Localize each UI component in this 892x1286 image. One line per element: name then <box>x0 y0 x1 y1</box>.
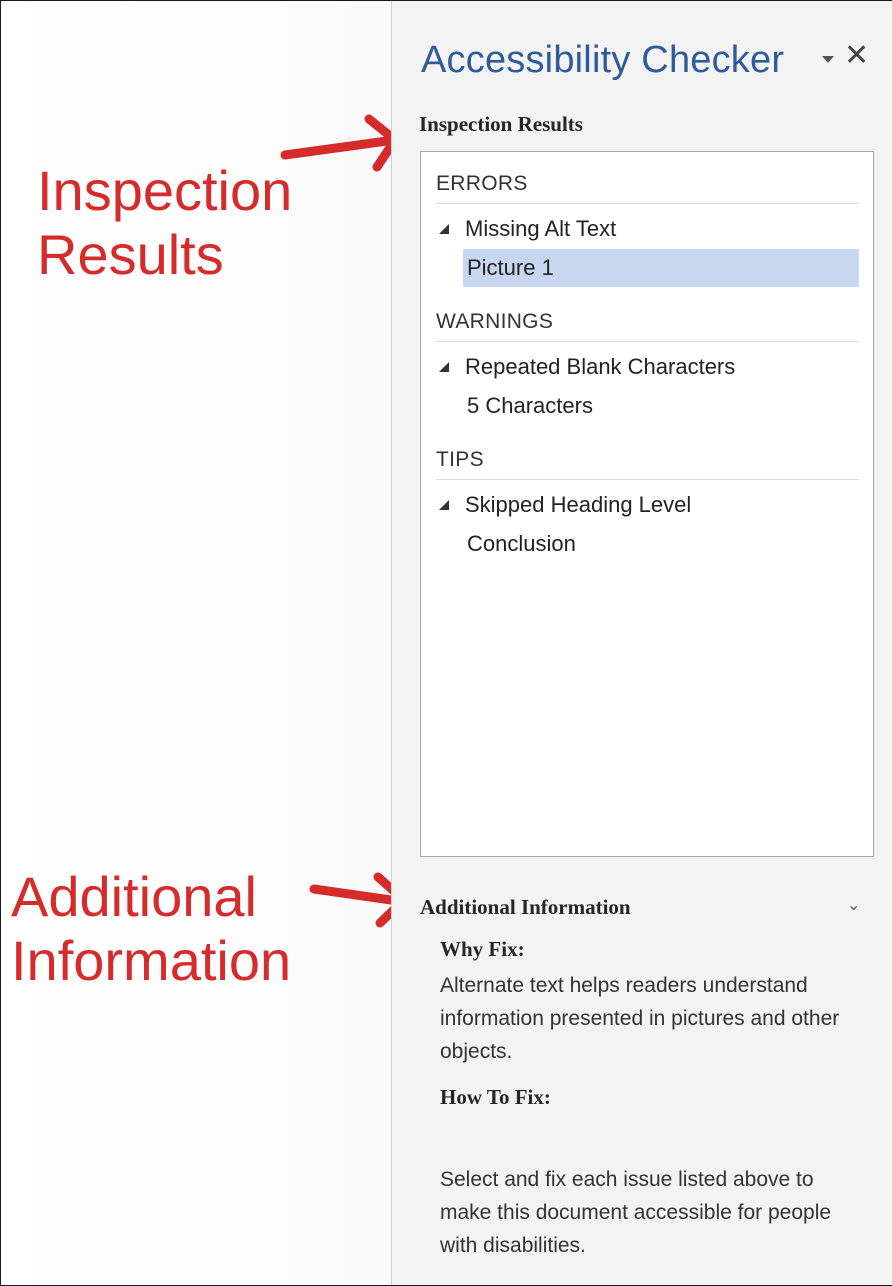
why-fix-text: Alternate text helps readers understand … <box>440 974 840 1063</box>
issue-label: Repeated Blank Characters <box>465 354 736 379</box>
expand-triangle-icon[interactable] <box>439 362 449 372</box>
additional-information-callout: Additional Information <box>11 865 291 994</box>
accessibility-checker-pane: Accessibility Checker ✕ Inspection Resul… <box>391 1 892 1285</box>
expand-triangle-icon[interactable] <box>439 500 449 510</box>
why-fix-label: Why Fix: <box>440 937 525 961</box>
screenshot-frame: Inspection Results Additional Informatio… <box>0 0 892 1286</box>
divider <box>436 203 859 204</box>
additional-information-heading[interactable]: Additional Information <box>420 895 631 920</box>
inspection-results-list[interactable]: ERRORS Missing Alt Text Picture 1 WARNIN… <box>420 151 874 857</box>
callout-line: Results <box>37 223 224 287</box>
divider <box>436 479 859 480</box>
inspection-results-heading: Inspection Results <box>419 112 583 136</box>
close-icon[interactable]: ✕ <box>844 41 869 71</box>
expand-triangle-icon[interactable] <box>439 224 449 234</box>
inspection-results-callout: Inspection Results <box>37 159 292 288</box>
issue-missing-alt-text[interactable]: Missing Alt Text <box>439 216 616 242</box>
callout-line: Information <box>11 929 292 993</box>
divider <box>436 341 859 342</box>
red-arrow-icon <box>280 114 400 172</box>
issue-skipped-heading-level[interactable]: Skipped Heading Level <box>439 492 691 518</box>
issue-label: Missing Alt Text <box>465 216 617 241</box>
group-label-errors: ERRORS <box>436 172 528 195</box>
callout-line: Additional <box>11 865 257 928</box>
issue-item-picture-1[interactable]: Picture 1 <box>463 249 859 287</box>
issue-item-5-characters[interactable]: 5 Characters <box>463 387 859 425</box>
issue-item-conclusion[interactable]: Conclusion <box>463 525 859 563</box>
pane-menu-icon[interactable] <box>822 56 834 63</box>
issue-label: Skipped Heading Level <box>465 492 692 517</box>
group-label-tips: TIPS <box>436 448 484 471</box>
pane-title: Accessibility Checker <box>421 39 785 81</box>
group-label-warnings: WARNINGS <box>436 310 554 333</box>
how-to-fix-text: Select and fix each issue listed above t… <box>440 1168 832 1257</box>
chevron-down-icon[interactable]: ⌄ <box>847 895 860 915</box>
how-to-fix-label: How To Fix: <box>440 1085 551 1109</box>
callout-line: Inspection <box>37 159 293 222</box>
issue-repeated-blank-characters[interactable]: Repeated Blank Characters <box>439 354 735 380</box>
document-area: Inspection Results Additional Informatio… <box>1 1 391 1285</box>
